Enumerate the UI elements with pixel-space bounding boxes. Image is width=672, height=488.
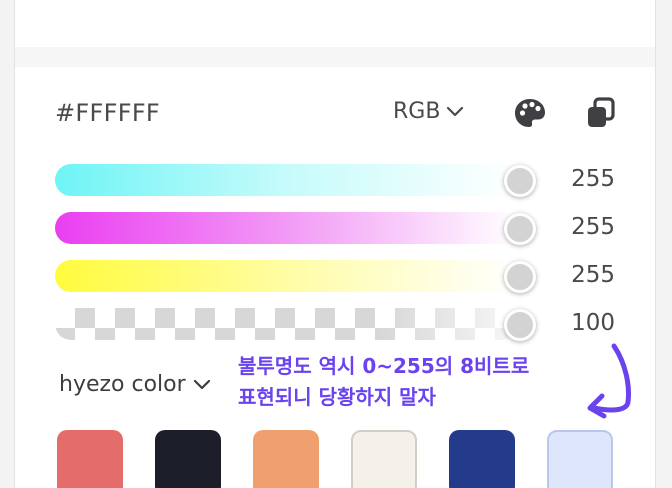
green-value[interactable]: 255: [571, 214, 615, 240]
color-picker-panel: #FFFFFF RGB 255 255 255 100 hyezo color: [14, 0, 656, 488]
palette-swatch[interactable]: [155, 430, 221, 488]
green-slider[interactable]: 255: [55, 211, 615, 245]
chevron-down-icon: [447, 106, 464, 116]
red-slider[interactable]: 255: [55, 163, 615, 197]
green-slider-track[interactable]: [55, 212, 517, 244]
red-slider-track[interactable]: [55, 164, 517, 196]
red-slider-thumb[interactable]: [504, 165, 536, 197]
annotation-line-1: 불투명도 역시 0~255의 8비트로: [238, 354, 530, 378]
palette-swatch[interactable]: [449, 430, 515, 488]
alpha-slider-thumb[interactable]: [504, 309, 536, 341]
palette-name-label: hyezo color: [59, 372, 186, 397]
preview-area: [15, 0, 655, 47]
palette-swatch[interactable]: [351, 430, 417, 488]
palette-icon[interactable]: [513, 96, 547, 130]
green-slider-thumb[interactable]: [504, 213, 536, 245]
palette-swatch[interactable]: [57, 430, 123, 488]
alpha-value[interactable]: 100: [571, 310, 615, 336]
red-value[interactable]: 255: [571, 166, 615, 192]
annotation-line-2: 표현되니 당황하지 말자: [238, 385, 436, 409]
color-mode-dropdown[interactable]: RGB: [393, 99, 464, 124]
alpha-slider-track[interactable]: [55, 308, 517, 340]
palette-swatch[interactable]: [547, 430, 613, 488]
curved-arrow-icon: [587, 343, 631, 419]
blue-slider-track[interactable]: [55, 260, 517, 292]
blue-slider-thumb[interactable]: [504, 261, 536, 293]
chevron-down-icon: [193, 379, 210, 389]
section-divider: [15, 47, 655, 67]
hex-value[interactable]: #FFFFFF: [55, 99, 160, 127]
blue-slider[interactable]: 255: [55, 259, 615, 293]
copy-icon[interactable]: [585, 96, 617, 130]
palette-swatch[interactable]: [253, 430, 319, 488]
blue-value[interactable]: 255: [571, 262, 615, 288]
palette-selector[interactable]: hyezo color: [59, 372, 211, 397]
color-mode-label: RGB: [393, 99, 441, 124]
annotation-note: 불투명도 역시 0~255의 8비트로 표현되니 당황하지 말자: [238, 351, 529, 413]
alpha-slider[interactable]: 100: [55, 307, 615, 341]
